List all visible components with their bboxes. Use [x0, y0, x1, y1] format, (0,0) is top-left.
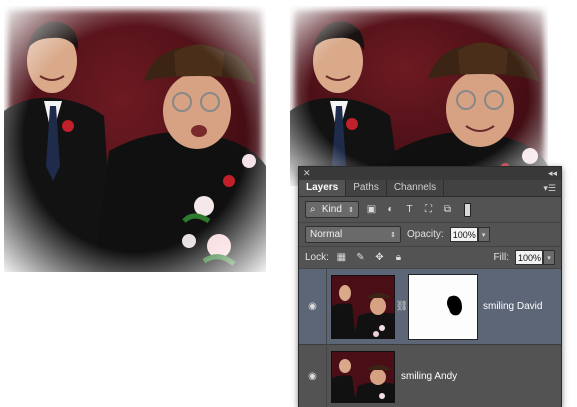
photo-composite-image: [290, 21, 548, 186]
tab-paths[interactable]: Paths: [346, 180, 387, 196]
lock-all-icon[interactable]: 🔒︎: [392, 251, 405, 264]
layer-row-smiling-andy[interactable]: ◉ smiling Andy: [299, 346, 561, 407]
lock-label: Lock:: [305, 252, 329, 263]
search-icon: ⌕: [310, 204, 316, 215]
type-filter-icon[interactable]: T: [403, 203, 416, 216]
filter-toggle-switch[interactable]: [464, 202, 471, 217]
photo-original-image: [4, 21, 266, 272]
opacity-input[interactable]: 100%: [449, 227, 478, 242]
panel-tabs: Layers Paths Channels ▾☰: [299, 180, 561, 197]
smart-object-filter-icon[interactable]: ⧉: [441, 203, 454, 216]
layer-mask-thumbnail[interactable]: [408, 273, 478, 340]
layer-thumbnail-image: [332, 275, 394, 338]
shape-filter-icon[interactable]: ⛶: [422, 203, 435, 216]
layer-thumbnail-image: [332, 351, 394, 402]
eye-icon[interactable]: ◉: [308, 301, 317, 312]
adjustment-filter-icon[interactable]: ◐: [384, 203, 397, 216]
layer-name[interactable]: smiling Andy: [401, 371, 457, 382]
blend-mode-value: Normal: [310, 229, 343, 240]
kind-filter-select[interactable]: ⌕ Kind ⇕: [305, 201, 359, 218]
collapse-icon[interactable]: ◂◂: [548, 168, 557, 179]
layer-name[interactable]: smiling David: [483, 301, 542, 312]
close-icon[interactable]: ✕: [303, 168, 311, 179]
photo-composite: [290, 6, 548, 186]
fill-label: Fill:: [493, 252, 509, 263]
panel-titlebar: ✕ ◂◂: [299, 167, 561, 180]
visibility-toggle[interactable]: ◉: [299, 269, 327, 344]
fill-dropdown-button[interactable]: ▾: [543, 250, 555, 265]
lock-options-bar: Lock: ▦ ✎ ✥ 🔒︎ Fill: 100% ▾: [299, 247, 561, 269]
chevron-updown-icon: ⇕: [348, 206, 354, 214]
opacity-label: Opacity:: [407, 229, 444, 240]
fill-input[interactable]: 100%: [515, 250, 543, 265]
layer-thumbnail[interactable]: [331, 274, 395, 339]
link-icon[interactable]: ⛓: [395, 301, 409, 312]
lock-transparent-icon[interactable]: ▦: [335, 251, 348, 264]
mask-shape: [447, 295, 462, 315]
pixel-filter-icon[interactable]: ▣: [365, 203, 378, 216]
chevron-updown-icon: ⇕: [390, 231, 396, 239]
eye-icon[interactable]: ◉: [308, 371, 317, 382]
layers-panel: ✕ ◂◂ Layers Paths Channels ▾☰ ⌕ Kind ⇕ ▣…: [298, 166, 562, 407]
blend-options-bar: Normal ⇕ Opacity: 100% ▾: [299, 223, 561, 247]
tab-layers[interactable]: Layers: [299, 180, 347, 196]
lock-position-icon[interactable]: ✥: [373, 251, 386, 264]
blend-mode-select[interactable]: Normal ⇕: [305, 226, 401, 243]
panel-menu-icon[interactable]: ▾☰: [543, 183, 556, 194]
visibility-toggle[interactable]: ◉: [299, 346, 327, 407]
photo-original: [4, 6, 266, 272]
opacity-dropdown-button[interactable]: ▾: [477, 227, 490, 242]
layer-thumbnail[interactable]: [331, 350, 395, 403]
tab-channels[interactable]: Channels: [387, 180, 445, 196]
layer-row-smiling-david[interactable]: ◉ ⛓ smiling David: [299, 269, 561, 345]
lock-image-icon[interactable]: ✎: [354, 251, 367, 264]
layer-filter-bar: ⌕ Kind ⇕ ▣ ◐ T ⛶ ⧉: [299, 197, 561, 223]
kind-filter-label: Kind: [321, 204, 342, 215]
